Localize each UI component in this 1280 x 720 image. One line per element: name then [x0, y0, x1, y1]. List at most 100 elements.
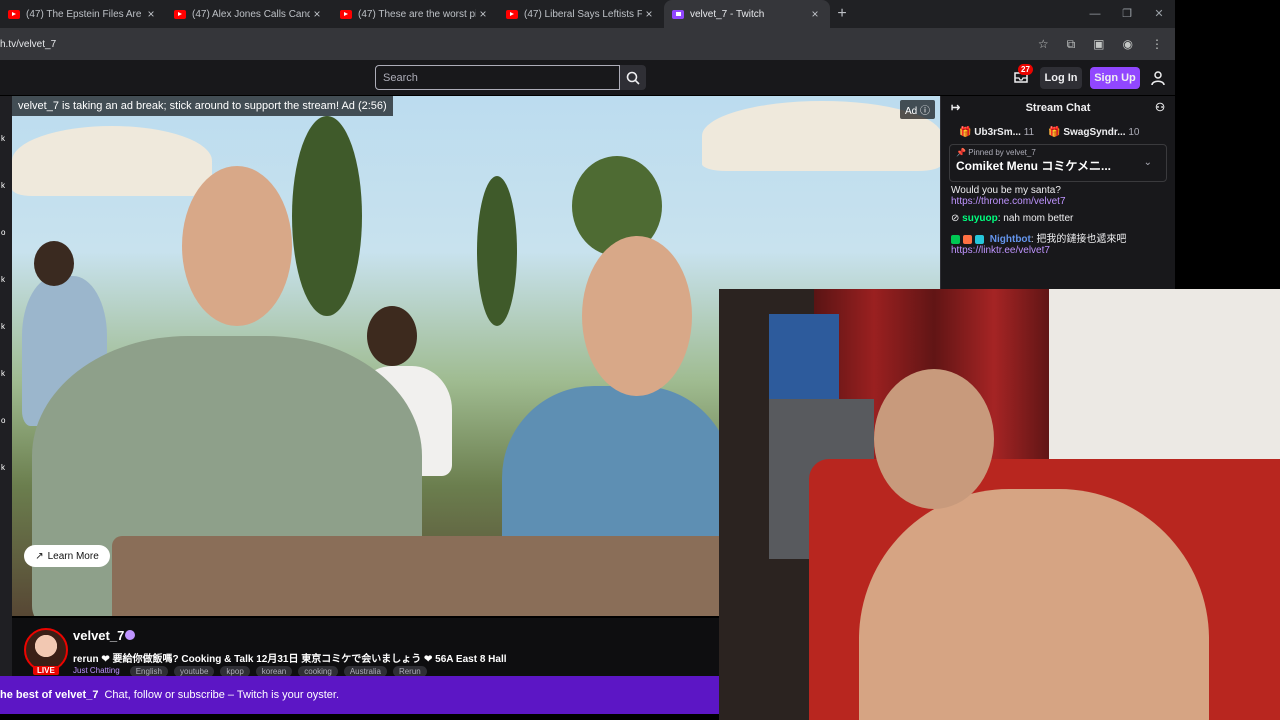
bookmark-star-icon[interactable]: ☆	[1038, 37, 1049, 52]
gifter-name: SwagSyndr...	[1063, 126, 1126, 138]
tab-title: (47) These are the worst pirates...	[358, 8, 476, 20]
login-button[interactable]: Log In	[1040, 67, 1082, 89]
chat-title: Stream Chat	[1025, 102, 1091, 114]
chat-panel: ↦ Stream Chat ⚇ 🎁 Ub3rSm... 11 🎁 SwagSyn…	[940, 96, 1175, 289]
window-controls: — ❐ ✕	[1079, 0, 1175, 28]
channel-avatar-icon[interactable]: k	[0, 463, 12, 472]
table-shape	[112, 536, 792, 616]
channel-avatar-icon[interactable]: k	[0, 134, 12, 143]
channel-info: LIVE velvet_7 rerun ❤ 要給你做飯嗎? Cooking & …	[12, 618, 719, 677]
external-arrow-icon: ↗	[35, 550, 44, 562]
channel-avatar-icon[interactable]: k	[0, 275, 12, 284]
chevron-down-icon[interactable]: ⌄	[1144, 157, 1152, 168]
community-icon[interactable]: ⚇	[1155, 101, 1165, 114]
live-badge: LIVE	[33, 666, 59, 675]
browser-tab[interactable]: (47) These are the worst pirates... ×	[332, 0, 498, 28]
new-tab-button[interactable]: +	[830, 5, 854, 23]
tab-title: (47) Liberal Says Leftists F'D UP...	[524, 8, 642, 20]
ad-badge[interactable]: Ad ⓘ	[900, 100, 936, 119]
person-head	[367, 306, 417, 366]
channel-avatar-icon[interactable]: k	[0, 181, 12, 190]
channel-avatar-icon[interactable]: o	[0, 228, 12, 237]
message-link[interactable]: https://linktr.ee/velvet7	[951, 245, 1165, 256]
tab-title: (47) The Epstein Files Are Way Wors	[26, 8, 144, 20]
message-text: nah mom better	[1003, 213, 1074, 224]
bot-badge-icon	[975, 234, 984, 244]
left-sidebar-collapsed: k k o k k k o k	[0, 96, 12, 676]
gifter[interactable]: 🎁 Ub3rSm... 11	[959, 127, 1034, 138]
user-icon[interactable]	[1150, 70, 1166, 86]
close-icon[interactable]: ×	[808, 7, 822, 21]
message-link[interactable]: https://throne.com/velvet7	[951, 196, 1165, 207]
search-icon	[626, 71, 640, 85]
collapse-icon[interactable]: ↦	[951, 101, 960, 114]
person-head	[582, 236, 692, 396]
signup-banner[interactable]: he best of velvet_7 Chat, follow or subs…	[0, 676, 719, 714]
learn-more-button[interactable]: ↗ Learn More	[24, 545, 110, 567]
search-button[interactable]	[620, 65, 646, 90]
top-gifters: 🎁 Ub3rSm... 11 🎁 SwagSyndr... 10	[941, 120, 1175, 144]
extensions-icon[interactable]: ⧉	[1067, 37, 1076, 52]
learn-more-label: Learn More	[47, 550, 99, 562]
pinned-by: 📌 Pinned by velvet_7	[956, 148, 1160, 157]
menu-icon[interactable]: ⋮	[1151, 37, 1163, 52]
message-text: Would you be my santa?	[951, 185, 1061, 196]
check-badge-icon	[951, 234, 960, 244]
box-shape	[769, 314, 839, 399]
close-icon[interactable]: ×	[310, 7, 324, 21]
browser-tab[interactable]: (47) Alex Jones Calls Candace O... ×	[166, 0, 332, 28]
close-window-icon[interactable]: ✕	[1143, 0, 1175, 28]
tab-title: velvet_7 - Twitch	[690, 8, 765, 20]
notification-badge: 27	[1018, 64, 1033, 75]
gifter-name: Ub3rSm...	[974, 126, 1021, 138]
channel-avatar-icon[interactable]: o	[0, 416, 12, 425]
close-icon[interactable]: ×	[144, 7, 158, 21]
umbrella-shape	[12, 126, 212, 196]
close-icon[interactable]: ×	[642, 7, 656, 21]
chat-username[interactable]: suyuop	[962, 213, 998, 224]
url-field[interactable]: h.tv/velvet_7	[0, 39, 1038, 50]
youtube-icon	[174, 9, 186, 19]
browser-tab-strip: (47) The Epstein Files Are Way Wors × (4…	[0, 0, 1175, 28]
browser-tab[interactable]: (47) Liberal Says Leftists F'D UP... ×	[498, 0, 664, 28]
channel-avatar-icon[interactable]: k	[0, 322, 12, 331]
tree-shape	[477, 176, 517, 326]
channel-name[interactable]: velvet_7	[73, 628, 124, 643]
profile-icon[interactable]: ◉	[1123, 37, 1133, 52]
pin-icon: 📌	[956, 148, 966, 157]
search-input[interactable]: Search	[375, 65, 620, 90]
ad-break-notice: velvet_7 is taking an ad break; stick ar…	[12, 96, 393, 116]
ad-badge-label: Ad	[905, 106, 918, 117]
signup-button[interactable]: Sign Up	[1090, 67, 1140, 89]
youtube-icon	[8, 9, 20, 19]
browser-tab-active[interactable]: velvet_7 - Twitch ×	[664, 0, 830, 28]
person-head	[34, 241, 74, 286]
close-icon[interactable]: ×	[476, 7, 490, 21]
banner-heading: he best of velvet_7	[0, 689, 99, 701]
browser-tab[interactable]: (47) The Epstein Files Are Way Wors ×	[0, 0, 166, 28]
info-icon[interactable]: ⓘ	[920, 106, 930, 117]
twitch-top-nav: Search 27 Log In Sign Up	[0, 60, 1175, 96]
pinned-message[interactable]: 📌 Pinned by velvet_7 Comiket Menu コミケメニ.…	[949, 144, 1167, 182]
verified-icon	[125, 630, 135, 640]
cast-icon[interactable]: ▣	[1093, 37, 1104, 52]
pinned-text: Comiket Menu コミケメニ...	[956, 159, 1111, 173]
chat-header: ↦ Stream Chat ⚇	[941, 96, 1175, 120]
twitch-icon	[672, 9, 684, 19]
minimize-icon[interactable]: —	[1079, 0, 1111, 28]
chat-username[interactable]: Nightbot	[990, 234, 1031, 245]
tab-title: (47) Alex Jones Calls Candace O...	[192, 8, 310, 20]
maximize-icon[interactable]: ❐	[1111, 0, 1143, 28]
gift-count: 10	[1128, 126, 1140, 138]
youtube-icon	[506, 9, 518, 19]
chat-message: Would you be my santa? https://throne.co…	[941, 182, 1175, 210]
person-head	[182, 166, 292, 326]
gifter[interactable]: 🎁 SwagSyndr... 10	[1048, 127, 1139, 138]
message-text: 把我的鏈接也遞來吧	[1036, 234, 1127, 245]
chat-message: ⊘ suyuop: nah mom better	[951, 213, 1074, 224]
tree-shape	[292, 116, 362, 316]
channel-avatar-icon[interactable]: k	[0, 369, 12, 378]
banner-text: Chat, follow or subscribe – Twitch is yo…	[104, 689, 339, 701]
gift-icon: 🎁	[1048, 126, 1061, 138]
youtube-icon	[340, 9, 352, 19]
